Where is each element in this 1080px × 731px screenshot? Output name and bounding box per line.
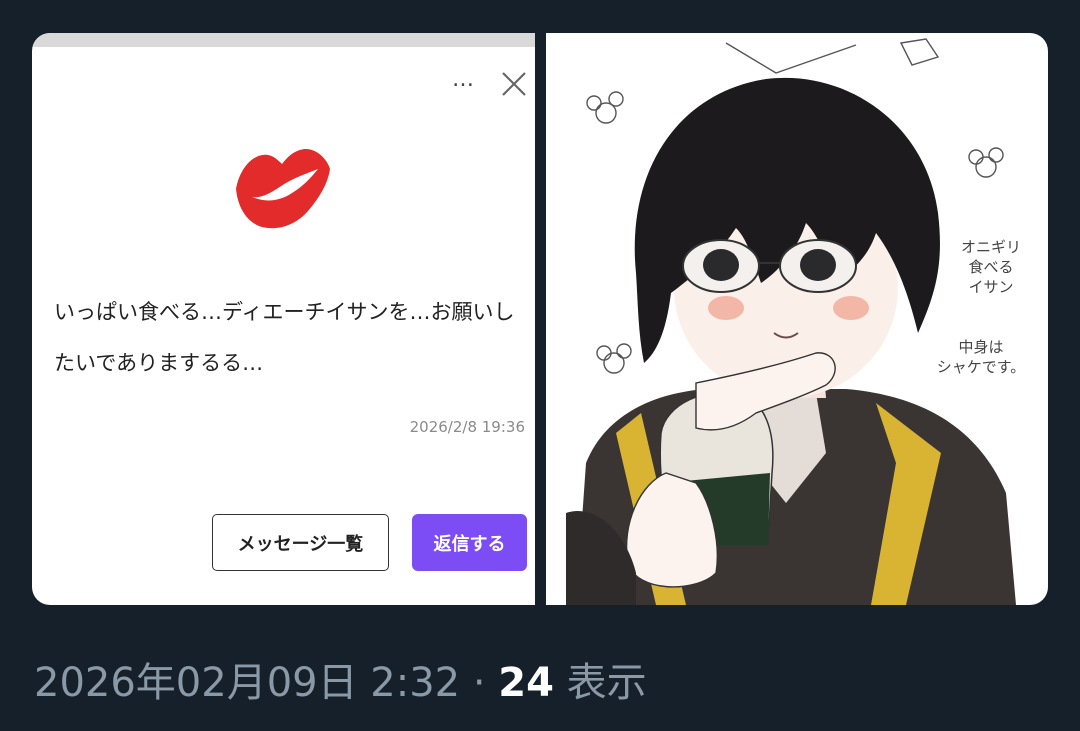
reply-button[interactable]: 返信する — [412, 514, 527, 571]
post-meta: 2026年02月09日 2:32 · 24 表示 — [34, 650, 647, 708]
media-image-message-screenshot[interactable]: … いっぱい食べる…ディエーチイサンを…お願いしたいでありまするる… 2026/… — [32, 33, 535, 605]
more-options-icon[interactable]: … — [452, 69, 475, 91]
close-icon[interactable] — [499, 69, 529, 99]
lips-icon — [236, 148, 330, 229]
character-sketch — [566, 38, 1016, 605]
handwritten-note-salmon: 中身は シャケです。 — [936, 338, 1026, 376]
media-image-illustration[interactable]: オニギリ 食べる イサン 中身は シャケです。 — [546, 33, 1048, 605]
handwritten-note-onigiri: オニギリ 食べる イサン — [960, 238, 1021, 296]
message-text: いっぱい食べる…ディエーチイサンを…お願いしたいでありまするる… — [54, 300, 515, 375]
message-list-button[interactable]: メッセージ一覧 — [212, 514, 389, 571]
post-datetime[interactable]: 2026年02月09日 2:32 — [34, 660, 460, 706]
message-timestamp: 2026/2/8 19:36 — [409, 418, 525, 436]
views-count[interactable]: 24 — [498, 660, 554, 706]
meta-separator: · — [460, 660, 499, 706]
screenshot-top-bar — [32, 33, 535, 47]
views-label[interactable]: 表示 — [554, 660, 647, 706]
post-media-stage: … いっぱい食べる…ディエーチイサンを…お願いしたいでありまするる… 2026/… — [0, 0, 1080, 731]
